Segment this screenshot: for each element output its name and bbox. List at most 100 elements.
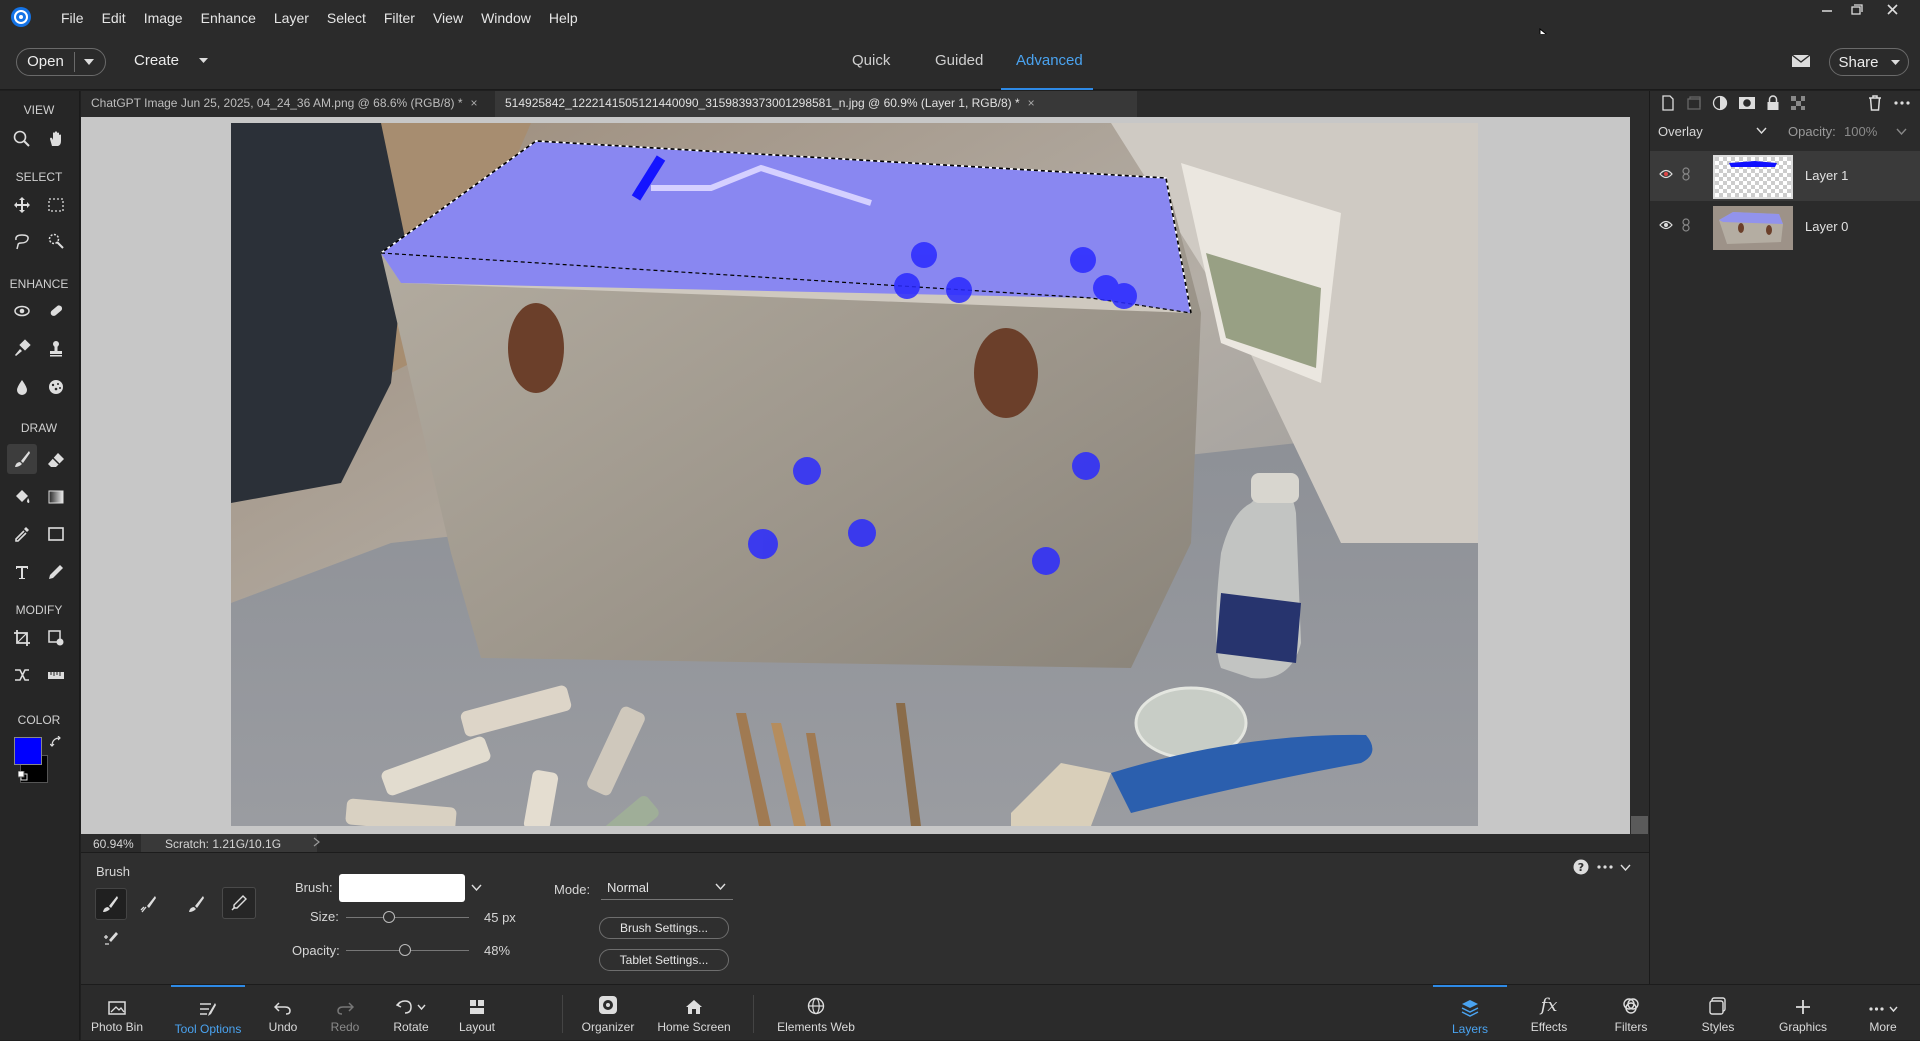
tool-options-button[interactable]: Tool Options: [171, 985, 245, 1041]
tablet-settings-button[interactable]: Tablet Settings...: [599, 949, 729, 971]
share-button[interactable]: Share: [1829, 48, 1909, 76]
layers-button[interactable]: Layers: [1433, 985, 1507, 1041]
marquee-tool-icon[interactable]: [42, 191, 70, 219]
status-expand-icon[interactable]: [313, 837, 321, 847]
graphics-button[interactable]: Graphics: [1763, 985, 1843, 1041]
document-tab-active[interactable]: 514925842_1222141505121440090_3159839373…: [495, 91, 1137, 117]
app-logo-icon[interactable]: [10, 6, 32, 28]
menu-window[interactable]: Window: [472, 0, 540, 34]
mode-select[interactable]: Normal: [601, 874, 733, 900]
open-dropdown-icon[interactable]: [84, 59, 94, 65]
size-slider-thumb[interactable]: [383, 911, 396, 923]
eraser-tool-icon[interactable]: [42, 446, 70, 474]
straighten-tool-icon[interactable]: [42, 661, 70, 689]
photo-bin-button[interactable]: Photo Bin: [81, 985, 153, 1041]
menu-help[interactable]: Help: [540, 0, 587, 34]
new-group-icon[interactable]: [1686, 95, 1704, 113]
sponge-tool-icon[interactable]: [42, 373, 70, 401]
mode-quick[interactable]: Quick: [852, 52, 890, 69]
create-button[interactable]: Create: [134, 52, 209, 69]
menu-select[interactable]: Select: [318, 0, 375, 34]
filters-button[interactable]: Filters: [1599, 985, 1663, 1041]
styles-button[interactable]: Styles: [1686, 985, 1750, 1041]
close-tab-icon[interactable]: ×: [1028, 96, 1035, 110]
shape-tool-icon[interactable]: [42, 520, 70, 548]
lasso-tool-icon[interactable]: [8, 227, 36, 255]
crop-tool-icon[interactable]: [8, 624, 36, 652]
panel-more-icon[interactable]: [1597, 865, 1613, 869]
home-screen-button[interactable]: Home Screen: [647, 985, 741, 1041]
size-slider-track[interactable]: [346, 917, 469, 918]
menu-filter[interactable]: Filter: [375, 0, 424, 34]
paint-bucket-tool-icon[interactable]: [8, 483, 36, 511]
layer-opacity-value[interactable]: 100%: [1844, 124, 1877, 139]
effects-button[interactable]: fx Effects: [1517, 985, 1581, 1041]
undo-button[interactable]: Undo: [255, 985, 311, 1041]
menu-enhance[interactable]: Enhance: [192, 0, 265, 34]
hand-tool-icon[interactable]: [42, 125, 70, 153]
more-button[interactable]: More: [1853, 985, 1913, 1041]
foreground-color-swatch[interactable]: [14, 737, 42, 765]
vertical-scrollbar[interactable]: [1630, 117, 1649, 834]
lock-all-icon[interactable]: [1766, 95, 1784, 113]
scrollbar-thumb[interactable]: [1631, 816, 1648, 834]
gradient-tool-icon[interactable]: [42, 483, 70, 511]
open-button[interactable]: Open: [16, 48, 106, 76]
rotate-button[interactable]: Rotate: [381, 985, 441, 1041]
menu-layer[interactable]: Layer: [265, 0, 318, 34]
layer-link-icon[interactable]: [1682, 218, 1690, 232]
visibility-eye-icon[interactable]: [1659, 169, 1673, 179]
delete-layer-icon[interactable]: [1868, 95, 1886, 113]
clone-stamp-tool-icon[interactable]: [42, 334, 70, 362]
document-tab[interactable]: ChatGPT Image Jun 25, 2025, 04_24_36 AM.…: [81, 91, 487, 117]
zoom-tool-icon[interactable]: [8, 125, 36, 153]
opacity-slider-thumb[interactable]: [399, 944, 412, 956]
brush-settings-button[interactable]: Brush Settings...: [599, 917, 729, 939]
brush-tool-icon[interactable]: [7, 444, 37, 474]
type-tool-icon[interactable]: [8, 558, 36, 586]
close-tab-icon[interactable]: ×: [471, 96, 478, 110]
spot-healing-tool-icon[interactable]: [42, 297, 70, 325]
pencil-tool-icon[interactable]: [42, 558, 70, 586]
menu-image[interactable]: Image: [135, 0, 192, 34]
smart-brush-tool-icon[interactable]: [8, 334, 36, 362]
adjustment-layer-icon[interactable]: [1712, 95, 1730, 113]
brush-preset-dropdown-icon[interactable]: [471, 884, 482, 891]
menu-edit[interactable]: Edit: [93, 0, 135, 34]
document-image[interactable]: [231, 123, 1478, 826]
layer-row[interactable]: Layer 1: [1650, 151, 1920, 201]
red-eye-tool-icon[interactable]: [8, 297, 36, 325]
brush-variant-brush-icon[interactable]: [95, 888, 127, 920]
quick-selection-tool-icon[interactable]: [42, 227, 70, 255]
help-icon[interactable]: ?: [1573, 859, 1589, 875]
layout-button[interactable]: Layout: [449, 985, 505, 1041]
redo-button[interactable]: Redo: [317, 985, 373, 1041]
default-colors-icon[interactable]: [18, 771, 28, 781]
restore-button[interactable]: [1842, 0, 1872, 20]
visibility-eye-icon[interactable]: [1659, 220, 1673, 230]
panel-collapse-icon[interactable]: [1620, 864, 1631, 871]
close-window-button[interactable]: [1878, 0, 1908, 20]
layer-mask-icon[interactable]: [1738, 95, 1756, 113]
menu-file[interactable]: File: [52, 0, 93, 34]
layer-opacity-dropdown-icon[interactable]: [1896, 128, 1907, 135]
blend-mode-select[interactable]: Overlay: [1658, 121, 1770, 141]
feedback-mail-icon[interactable]: [1791, 53, 1811, 69]
blur-tool-icon[interactable]: [8, 373, 36, 401]
layer-link-icon[interactable]: [1682, 167, 1690, 181]
organizer-button[interactable]: Organizer: [571, 985, 645, 1041]
layers-panel-menu-icon[interactable]: [1894, 101, 1912, 119]
content-aware-move-tool-icon[interactable]: [8, 661, 36, 689]
minimize-button[interactable]: [1812, 0, 1842, 20]
mode-advanced[interactable]: Advanced: [1016, 52, 1083, 69]
airbrush-toggle-icon[interactable]: [222, 887, 256, 919]
tablet-pressure-icon[interactable]: [95, 923, 127, 955]
mode-guided[interactable]: Guided: [935, 52, 983, 69]
move-tool-icon[interactable]: [8, 191, 36, 219]
menu-view[interactable]: View: [424, 0, 472, 34]
layer-row[interactable]: Layer 0: [1650, 202, 1920, 252]
scratch-readout[interactable]: Scratch: 1.21G/10.1G: [141, 834, 317, 852]
new-layer-icon[interactable]: [1660, 95, 1678, 113]
swap-colors-icon[interactable]: [50, 736, 62, 748]
brush-variant-impressionist-icon[interactable]: [133, 888, 165, 920]
